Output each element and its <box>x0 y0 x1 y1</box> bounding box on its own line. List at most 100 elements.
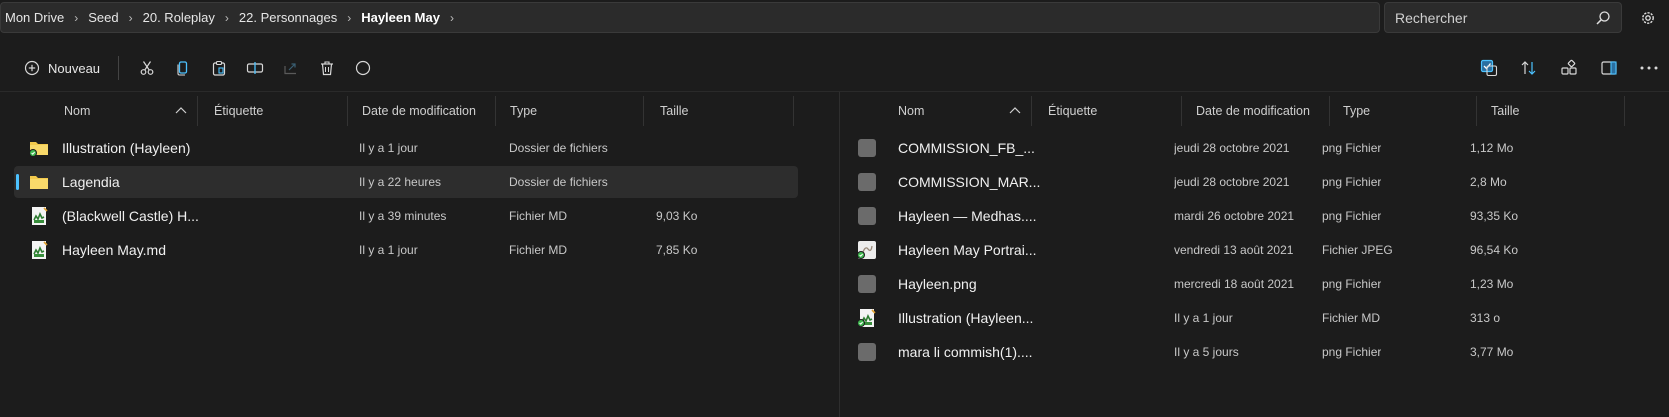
file-size: 93,35 Ko <box>1470 209 1519 223</box>
file-name: Illustration (Hayleen... <box>898 310 1034 326</box>
search-box[interactable]: Rechercher <box>1384 2 1622 33</box>
file-size: 1,12 Mo <box>1470 141 1514 155</box>
more-options-button[interactable] <box>1629 53 1669 83</box>
md-file-synced-icon <box>856 308 878 328</box>
chevron-right-icon[interactable]: › <box>341 11 357 25</box>
column-type[interactable]: Type <box>1341 96 1477 126</box>
cut-button[interactable] <box>129 53 165 83</box>
file-size: 7,85 Ko <box>656 243 698 257</box>
chevron-right-icon[interactable]: › <box>444 11 460 25</box>
delete-button[interactable] <box>309 53 345 83</box>
folder-synced-icon <box>28 138 50 158</box>
breadcrumb-item[interactable]: 20. Roleplay <box>139 10 219 25</box>
file-date: Il y a 39 minutes <box>359 209 447 223</box>
png-file-icon <box>856 138 878 158</box>
chevron-right-icon[interactable]: › <box>68 11 84 25</box>
scissors-icon <box>140 61 154 75</box>
toolbar-divider <box>118 56 120 80</box>
file-type: png Fichier <box>1322 209 1382 223</box>
breadcrumb-item[interactable]: Hayleen May <box>357 10 444 25</box>
sort-button[interactable] <box>1509 53 1549 83</box>
column-header: Nom Étiquette Date de modification Type … <box>840 96 1669 126</box>
file-size: 9,03 Ko <box>656 209 698 223</box>
view-button[interactable] <box>1549 53 1589 83</box>
paste-button[interactable] <box>201 53 237 83</box>
column-date[interactable]: Date de modification <box>360 96 496 126</box>
column-date[interactable]: Date de modification <box>1194 96 1330 126</box>
file-row[interactable]: Illustration (Hayleen) Il y a 1 jour Dossi… <box>14 132 798 164</box>
file-size: 2,8 Mo <box>1470 175 1507 189</box>
column-date-label: Date de modification <box>1196 104 1310 118</box>
file-type: png Fichier <box>1322 175 1382 189</box>
plus-circle-icon <box>24 60 40 76</box>
circle-icon <box>355 60 371 76</box>
column-size[interactable]: Taille <box>658 96 794 126</box>
select-button[interactable] <box>1469 53 1509 83</box>
column-tag[interactable]: Étiquette <box>212 96 348 126</box>
search-input[interactable]: Rechercher <box>1395 10 1467 26</box>
left-file-pane[interactable]: Nom Étiquette Date de modification Type … <box>0 92 838 417</box>
file-row[interactable]: COMMISSION_FB_... jeudi 28 octobre 2021 pn… <box>844 132 1662 164</box>
md-file-icon <box>28 206 50 226</box>
file-row[interactable]: Hayleen.png mercredi 18 août 2021 png Fich… <box>844 268 1662 300</box>
file-type: Dossier de fichiers <box>509 141 608 155</box>
file-row[interactable]: Lagendia Il y a 22 heures Dossier de fichi… <box>14 166 798 198</box>
file-date: jeudi 28 octobre 2021 <box>1174 175 1290 189</box>
copy-icon <box>177 61 188 76</box>
rename-icon <box>246 62 264 74</box>
new-button-label: Nouveau <box>48 60 101 76</box>
file-name: Hayleen — Medhas.... <box>898 208 1037 224</box>
file-name: Illustration (Hayleen) <box>62 140 191 156</box>
file-date: Il y a 22 heures <box>359 175 442 189</box>
breadcrumb[interactable]: Mon Drive › Seed › 20. Roleplay › 22. Personna… <box>0 2 1380 33</box>
file-row[interactable]: COMMISSION_MAR... jeudi 28 octobre 2021 pn… <box>844 166 1662 198</box>
column-name-label: Nom <box>64 104 91 118</box>
column-size[interactable]: Taille <box>1489 96 1625 126</box>
file-date: Il y a 1 jour <box>359 141 418 155</box>
file-row[interactable]: Hayleen May.md Il y a 1 jour Fichier MD 7,8… <box>14 234 798 266</box>
md-file-icon <box>28 240 50 260</box>
chevron-right-icon[interactable]: › <box>219 11 235 25</box>
png-file-icon <box>856 342 878 362</box>
png-file-icon <box>856 206 878 226</box>
breadcrumb-item[interactable]: Seed <box>84 10 122 25</box>
file-row[interactable]: Hayleen — Medhas.... mardi 26 octobre 202… <box>844 200 1662 232</box>
breadcrumb-item[interactable]: Mon Drive <box>1 10 68 25</box>
column-type[interactable]: Type <box>508 96 644 126</box>
file-type: Fichier JPEG <box>1322 243 1393 257</box>
file-row[interactable]: (Blackwell Castle) H... Il y a 39 minutes… <box>14 200 798 232</box>
column-type-label: Type <box>1343 104 1371 118</box>
file-name: mara li commish(1).... <box>898 344 1033 360</box>
settings-button[interactable] <box>1634 6 1662 30</box>
file-date: Il y a 1 jour <box>1174 311 1233 325</box>
file-row[interactable]: mara li commish(1).... Il y a 5 jours png … <box>844 336 1662 368</box>
sort-arrows-icon <box>1521 61 1536 75</box>
column-date-label: Date de modification <box>362 104 476 118</box>
file-size: 313 o <box>1470 311 1501 325</box>
file-size: 1,23 Mo <box>1470 277 1514 291</box>
file-type: png Fichier <box>1322 141 1382 155</box>
breadcrumb-item[interactable]: 22. Personnages <box>235 10 341 25</box>
png-file-icon <box>856 274 878 294</box>
column-tag[interactable]: Étiquette <box>1046 96 1182 126</box>
rename-button[interactable] <box>237 53 273 83</box>
file-size: 96,54 Ko <box>1470 243 1519 257</box>
column-name[interactable]: Nom <box>62 96 198 126</box>
column-name[interactable]: Nom <box>896 96 1032 126</box>
new-button[interactable]: Nouveau <box>18 53 106 83</box>
right-file-pane[interactable]: Nom Étiquette Date de modification Type … <box>839 92 1669 417</box>
file-date: Il y a 5 jours <box>1174 345 1239 359</box>
file-row[interactable]: Hayleen May Portrai... vendredi 13 août 2… <box>844 234 1662 266</box>
copy-button[interactable] <box>165 53 201 83</box>
search-icon[interactable] <box>1595 10 1611 26</box>
properties-button[interactable] <box>345 53 381 83</box>
file-date: Il y a 1 jour <box>359 243 418 257</box>
file-date: vendredi 13 août 2021 <box>1174 243 1294 257</box>
chevron-right-icon[interactable]: › <box>123 11 139 25</box>
select-checkbox-icon <box>1480 59 1498 77</box>
details-pane-button[interactable] <box>1589 53 1629 83</box>
details-pane-icon <box>1601 61 1617 75</box>
file-row[interactable]: Illustration (Hayleen... Il y a 1 jour Fic… <box>844 302 1662 334</box>
file-type: Fichier MD <box>509 209 568 223</box>
file-type: Dossier de fichiers <box>509 175 608 189</box>
